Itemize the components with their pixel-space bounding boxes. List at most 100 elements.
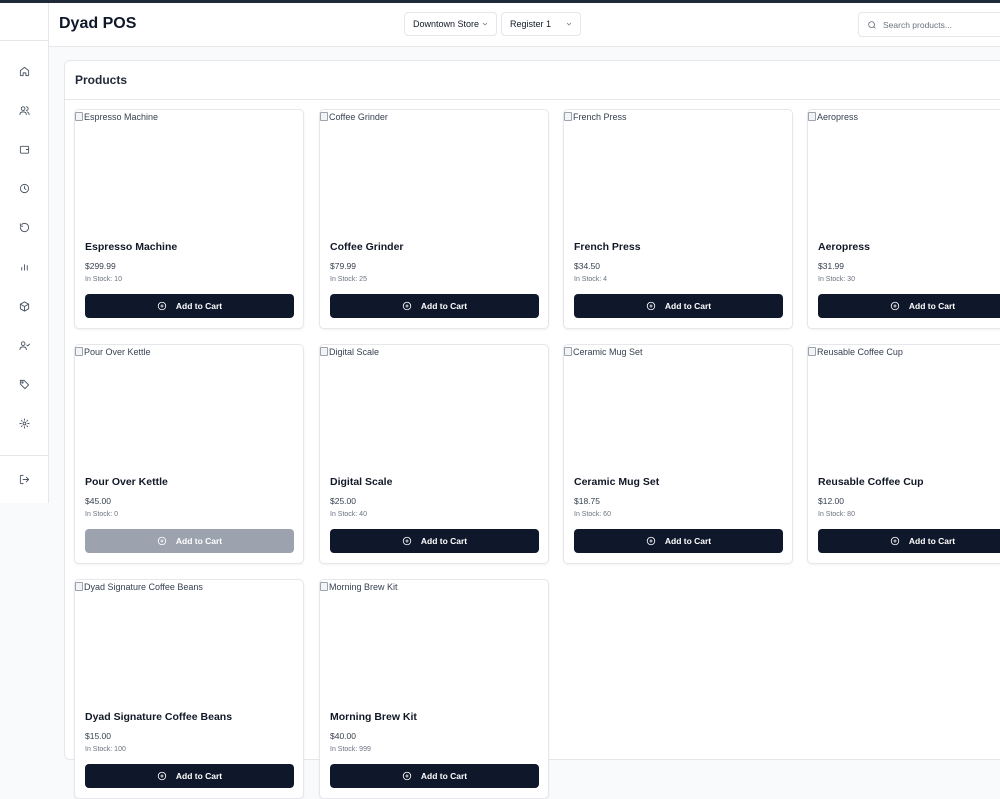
product-card: Pour Over Kettle Pour Over Kettle $45.00…	[74, 344, 304, 564]
broken-image-icon	[320, 347, 328, 356]
product-name: Aeropress	[818, 241, 870, 253]
tag-icon[interactable]	[14, 374, 34, 394]
product-image: Coffee Grinder	[320, 110, 548, 225]
product-name: Espresso Machine	[85, 241, 178, 253]
product-image: Pour Over Kettle	[75, 345, 303, 460]
broken-image-icon	[75, 112, 83, 121]
sidebar-header	[0, 3, 48, 41]
logout-icon[interactable]	[14, 469, 34, 489]
add-to-cart-label: Add to Cart	[420, 536, 468, 546]
add-to-cart-button[interactable]: Add to Cart	[330, 529, 539, 553]
plus-circle-icon	[890, 301, 900, 311]
product-card: Coffee Grinder Coffee Grinder $79.99 In …	[319, 109, 549, 329]
product-name: French Press	[574, 241, 641, 253]
add-to-cart-button-disabled: Add to Cart	[85, 529, 294, 553]
product-name: Coffee Grinder	[330, 241, 404, 253]
product-image: Dyad Signature Coffee Beans	[75, 580, 303, 695]
product-price: $45.00	[85, 496, 111, 506]
broken-image-icon	[808, 347, 816, 356]
add-to-cart-label: Add to Cart	[175, 771, 223, 781]
product-image-alt: Coffee Grinder	[329, 112, 388, 122]
product-price: $12.00	[818, 496, 844, 506]
product-price: $40.00	[330, 731, 356, 741]
add-to-cart-button[interactable]: Add to Cart	[574, 294, 783, 318]
sidebar-divider	[0, 455, 48, 456]
broken-image-icon	[75, 347, 83, 356]
settings-icon[interactable]	[14, 413, 34, 433]
broken-image-icon	[564, 347, 572, 356]
add-to-cart-button[interactable]: Add to Cart	[330, 764, 539, 788]
broken-image-icon	[564, 112, 572, 121]
product-stock: In Stock: 40	[330, 511, 367, 518]
box-icon[interactable]	[14, 296, 34, 316]
add-to-cart-button[interactable]: Add to Cart	[330, 294, 539, 318]
add-to-cart-label: Add to Cart	[908, 536, 956, 546]
store-select-value: Downtown Store	[413, 19, 480, 29]
wallet-icon[interactable]	[14, 139, 34, 159]
broken-image-icon	[808, 112, 816, 121]
plus-circle-icon	[646, 301, 656, 311]
product-image-alt: Espresso Machine	[84, 112, 159, 122]
broken-image-icon	[75, 582, 83, 591]
product-name: Digital Scale	[330, 476, 393, 488]
add-to-cart-button[interactable]: Add to Cart	[574, 529, 783, 553]
product-card: French Press French Press $34.50 In Stoc…	[563, 109, 793, 329]
search-input[interactable]	[883, 16, 1000, 33]
plus-circle-icon	[402, 301, 412, 311]
plus-circle-icon	[646, 536, 656, 546]
product-stock: In Stock: 80	[818, 511, 855, 518]
refresh-icon[interactable]	[14, 217, 34, 237]
product-card: Ceramic Mug Set Ceramic Mug Set $18.75 I…	[563, 344, 793, 564]
add-to-cart-label: Add to Cart	[420, 771, 468, 781]
product-name: Dyad Signature Coffee Beans	[85, 711, 233, 723]
product-image-alt: Aeropress	[817, 112, 859, 122]
product-card: Morning Brew Kit Morning Brew Kit $40.00…	[319, 579, 549, 799]
product-image: Ceramic Mug Set	[564, 345, 792, 460]
product-stock: In Stock: 60	[574, 511, 611, 518]
plus-circle-icon	[157, 301, 167, 311]
search-box[interactable]	[858, 12, 1000, 37]
sidebar	[0, 3, 49, 503]
product-image-alt: Ceramic Mug Set	[573, 347, 643, 357]
product-image: Aeropress	[808, 110, 1000, 225]
chevron-down-icon	[481, 20, 489, 28]
product-image: Digital Scale	[320, 345, 548, 460]
add-to-cart-button[interactable]: Add to Cart	[818, 529, 1000, 553]
product-name: Pour Over Kettle	[85, 476, 168, 488]
broken-image-icon	[320, 112, 328, 121]
add-to-cart-label: Add to Cart	[908, 301, 956, 311]
product-card: Espresso Machine Espresso Machine $299.9…	[74, 109, 304, 329]
product-price: $18.75	[574, 496, 600, 506]
add-to-cart-button[interactable]: Add to Cart	[85, 294, 294, 318]
plus-circle-icon	[157, 771, 167, 781]
add-to-cart-label: Add to Cart	[664, 536, 712, 546]
broken-image-icon	[320, 582, 328, 591]
products-panel: Products Espresso Machine Espresso Machi…	[64, 60, 1000, 799]
product-card: Dyad Signature Coffee Beans Dyad Signatu…	[74, 579, 304, 799]
chevron-down-icon	[565, 20, 573, 28]
product-price: $25.00	[330, 496, 356, 506]
product-card: Aeropress Aeropress $31.99 In Stock: 30 …	[807, 109, 1000, 329]
register-select[interactable]: Register 1	[501, 12, 581, 36]
product-price: $31.99	[818, 261, 844, 271]
product-image-alt: Morning Brew Kit	[329, 582, 398, 592]
plus-circle-icon	[402, 771, 412, 781]
product-stock: In Stock: 25	[330, 276, 367, 283]
product-image-alt: Dyad Signature Coffee Beans	[84, 582, 203, 592]
product-stock: In Stock: 4	[574, 276, 608, 283]
customers-icon[interactable]	[14, 100, 34, 120]
product-name: Morning Brew Kit	[330, 711, 417, 723]
product-price: $34.50	[574, 261, 600, 271]
users-icon[interactable]	[14, 335, 34, 355]
plus-circle-icon	[890, 536, 900, 546]
product-stock: In Stock: 0	[85, 511, 119, 518]
add-to-cart-label: Add to Cart	[420, 301, 468, 311]
history-icon[interactable]	[14, 178, 34, 198]
chart-icon[interactable]	[14, 256, 34, 276]
add-to-cart-button[interactable]: Add to Cart	[85, 764, 294, 788]
home-icon[interactable]	[14, 61, 34, 81]
store-select[interactable]: Downtown Store	[404, 12, 497, 36]
product-stock: In Stock: 30	[818, 276, 855, 283]
product-name: Ceramic Mug Set	[574, 476, 660, 488]
add-to-cart-button[interactable]: Add to Cart	[818, 294, 1000, 318]
